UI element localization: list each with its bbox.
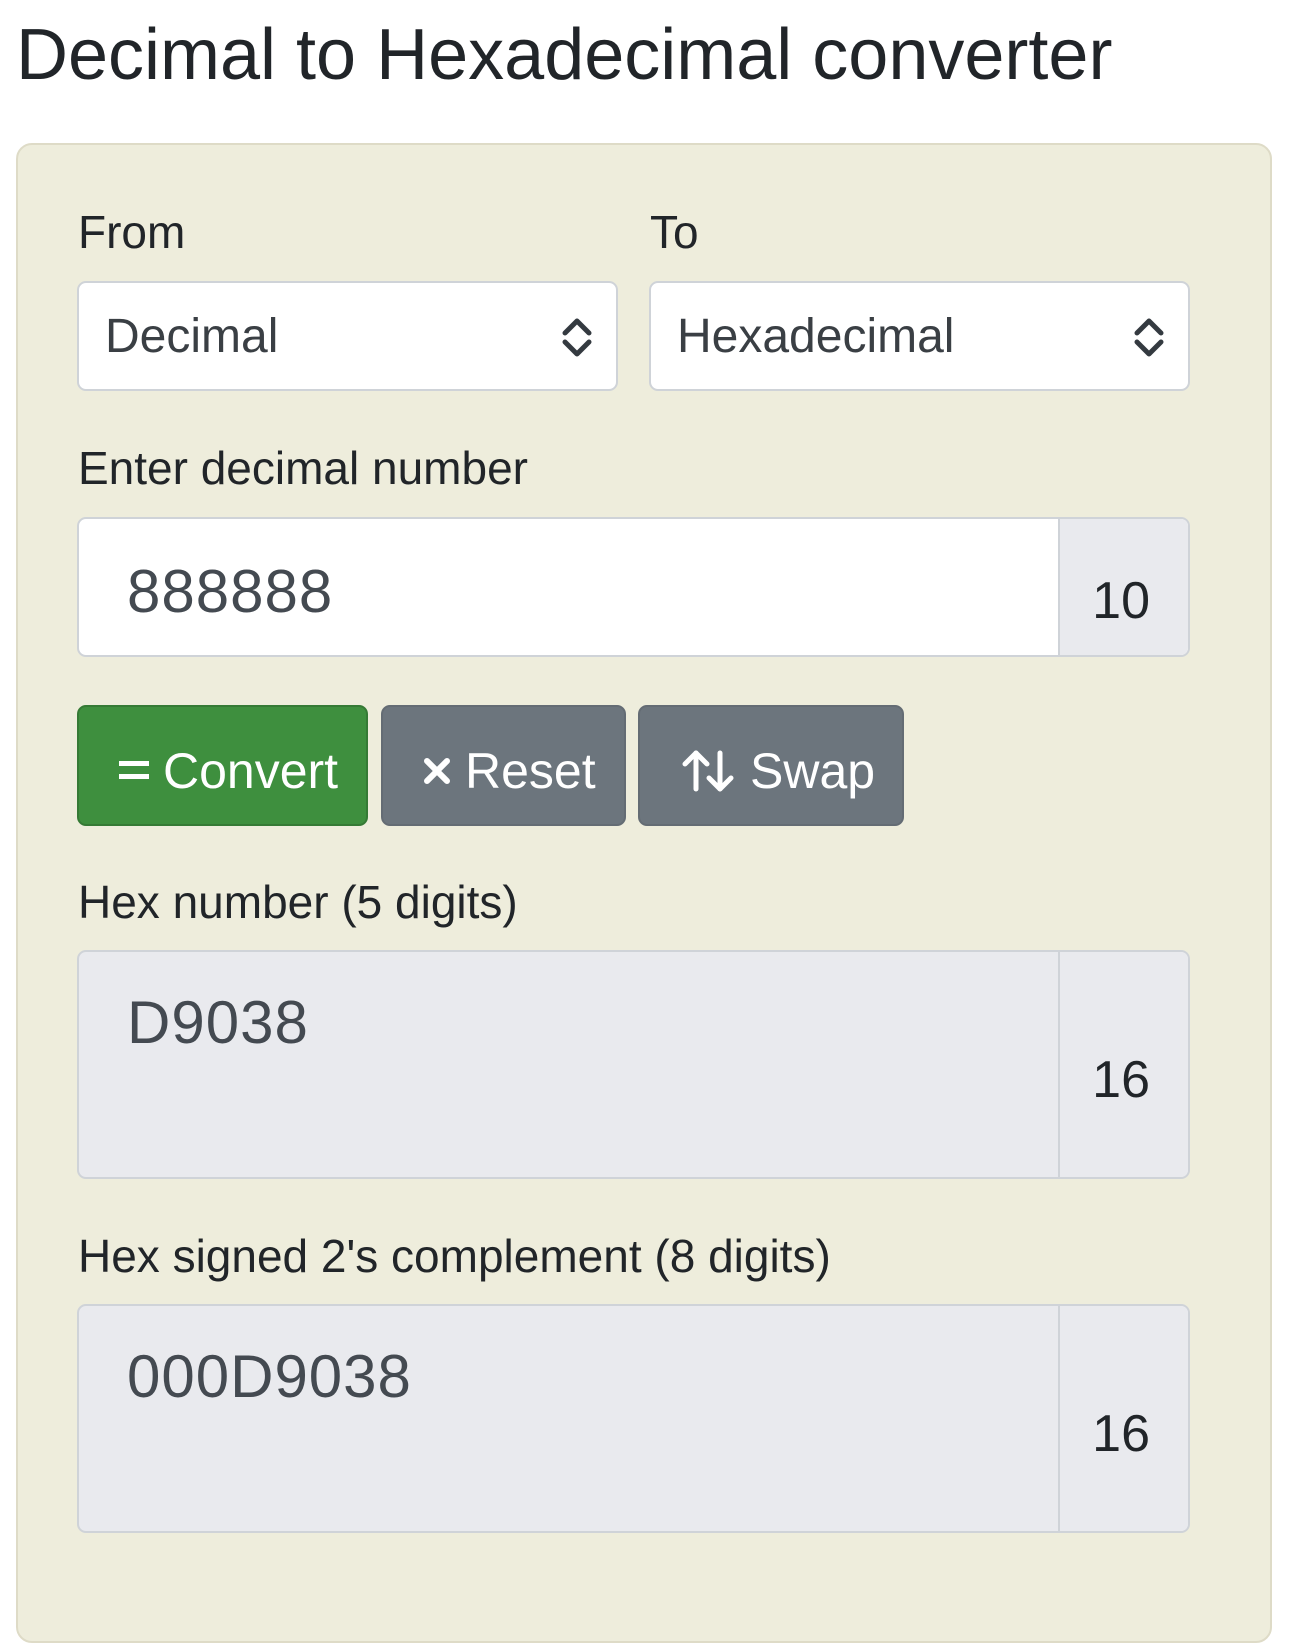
hex-output-group: D9038 16: [77, 950, 1190, 1179]
twos-complement-label: Hex signed 2's complement (8 digits): [78, 1230, 831, 1282]
hex-base-addon: 16: [1058, 952, 1188, 1177]
page-title: Decimal to Hexadecimal converter: [16, 15, 1113, 95]
close-icon: [423, 757, 451, 785]
twos-complement-field[interactable]: 000D9038: [127, 1342, 412, 1412]
input-label: Enter decimal number: [78, 442, 528, 494]
equals-icon: [119, 758, 149, 784]
hex-output-field[interactable]: D9038: [127, 988, 309, 1058]
swap-button-label: Swap: [750, 742, 876, 799]
from-select[interactable]: Decimal: [77, 281, 618, 391]
up-down-chevron-icon: [1134, 318, 1164, 357]
decimal-input-group: 888888 10: [77, 517, 1190, 657]
reset-button[interactable]: Reset: [381, 705, 626, 826]
swap-arrows-icon: [682, 749, 734, 793]
twos-complement-group: 000D9038 16: [77, 1304, 1190, 1533]
twos-base-label: 16: [1092, 1405, 1150, 1463]
convert-button[interactable]: Convert: [77, 705, 368, 826]
to-select-value: Hexadecimal: [677, 310, 955, 363]
hex-base-label: 16: [1092, 1051, 1150, 1109]
convert-button-label: Convert: [163, 742, 339, 799]
to-label: To: [650, 206, 699, 258]
twos-base-addon: 16: [1058, 1306, 1188, 1531]
from-select-value: Decimal: [105, 310, 279, 363]
swap-button[interactable]: Swap: [638, 705, 904, 826]
decimal-base-label: 10: [1092, 572, 1150, 630]
decimal-input[interactable]: 888888: [127, 557, 333, 627]
to-select[interactable]: Hexadecimal: [649, 281, 1190, 391]
reset-button-label: Reset: [465, 742, 596, 799]
decimal-base-addon: 10: [1058, 519, 1188, 655]
up-down-chevron-icon: [562, 318, 592, 357]
hex-output-label: Hex number (5 digits): [78, 876, 518, 928]
from-label: From: [78, 206, 186, 258]
